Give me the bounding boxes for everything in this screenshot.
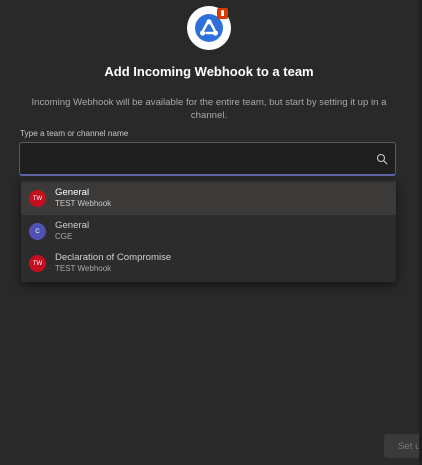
team-avatar: TW [29, 255, 46, 272]
channel-name: Declaration of Compromise [55, 252, 172, 263]
channel-suggestions-list: TW General TEST Webhook C General CGE TW… [21, 180, 396, 282]
channel-option-text: Declaration of Compromise TEST Webhook [55, 252, 171, 274]
team-avatar: TW [29, 190, 46, 207]
set-up-button[interactable]: Set up [384, 434, 422, 458]
team-name: TEST Webhook [55, 264, 112, 273]
webhook-logo: ▮ [187, 6, 231, 50]
channel-name: General [55, 220, 90, 231]
channel-name: General [55, 187, 90, 198]
dialog-description: Incoming Webhook will be available for t… [31, 97, 387, 121]
team-avatar: C [29, 223, 46, 240]
channel-option-general-cge[interactable]: C General CGE [21, 215, 396, 248]
channel-option-declaration-of-compromise[interactable]: TW Declaration of Compromise TEST Webhoo… [21, 247, 396, 280]
team-name: TEST Webhook [55, 199, 112, 208]
search-field-label: Type a team or channel name [20, 129, 129, 138]
channel-option-text: General CGE [55, 220, 89, 242]
channel-option-general-test-webhook[interactable]: TW General TEST Webhook [21, 182, 396, 215]
team-channel-search-input[interactable] [28, 143, 372, 175]
team-name: CGE [55, 232, 73, 241]
search-icon[interactable] [376, 153, 388, 165]
webhook-dialog: ▮ Add Incoming Webhook to a team Incomin… [0, 0, 422, 465]
channel-option-text: General TEST Webhook [55, 187, 111, 209]
dialog-title: Add Incoming Webhook to a team [104, 64, 314, 79]
team-channel-search-box[interactable] [19, 142, 396, 176]
office-badge-icon: ▮ [217, 8, 228, 19]
